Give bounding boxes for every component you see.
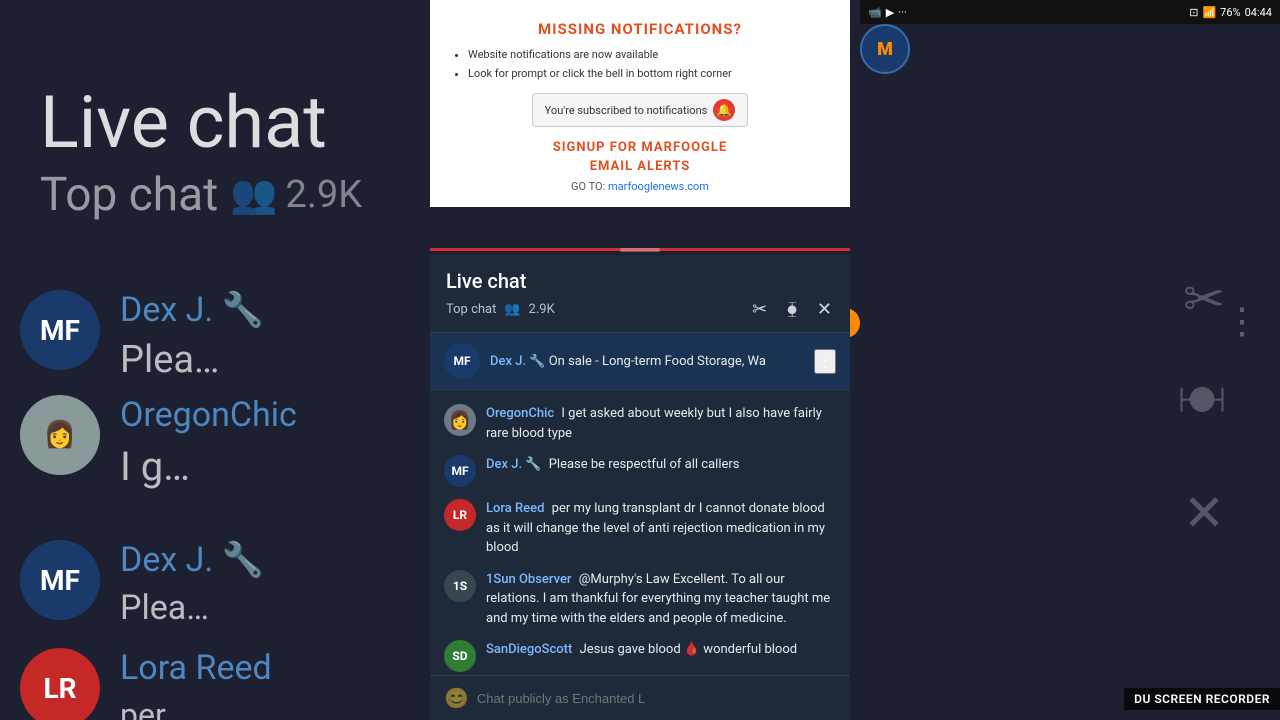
- dexj-avatar: MF: [444, 455, 476, 487]
- bg-top-chat-text: Top chat: [40, 168, 218, 222]
- lorareed-name: Lora Reed: [486, 501, 544, 516]
- bg-msg-2: OregonChic I g…: [120, 395, 297, 491]
- status-left: 📹 ▶ ···: [868, 6, 907, 19]
- status-bar: 📹 ▶ ··· ⊡ 📶 76% 04:44: [860, 0, 1280, 24]
- marfoogle-url[interactable]: marfooglenews.com: [608, 180, 709, 193]
- modal-header: Live chat Top chat 👥 2.9K ✂ ⧳ ✕: [430, 255, 850, 333]
- scissors-icon-bg: ✂: [1183, 270, 1225, 329]
- notification-card: M MISSING NOTIFICATIONS? Website notific…: [430, 0, 850, 207]
- pinned-content: Dex J. 🔧 On sale - Long-term Food Storag…: [490, 354, 804, 369]
- bg-avatar-2: 👩: [20, 395, 100, 475]
- viewers-icon: 👥: [230, 173, 277, 217]
- cast-icon: ⊡: [1189, 6, 1198, 19]
- pinned-icon: 🔧: [529, 354, 545, 369]
- chat-msg-sandiegoscott: SD SanDiegoScott Jesus gave blood 🩸 wond…: [430, 634, 850, 675]
- bg-right-icons: ✂ ⧳ ✕: [1183, 270, 1225, 543]
- sandiegoscott-msg: SanDiegoScott Jesus gave blood 🩸 wonderf…: [486, 640, 836, 660]
- camera-icon: 📹: [868, 6, 882, 19]
- 1sun-msg: 1Sun Observer @Murphy's Law Excellent. T…: [486, 570, 836, 629]
- dexj-name: Dex J. 🔧: [486, 457, 541, 472]
- sandiegoscott-text: Jesus gave blood 🩸 wonderful blood: [580, 642, 798, 657]
- lorareed-msg: Lora Reed per my lung transplant dr I ca…: [486, 499, 836, 558]
- 1sun-avatar: 1S: [444, 570, 476, 602]
- pinned-avatar: MF: [444, 343, 480, 379]
- bg-avatar-3: MF: [20, 540, 100, 620]
- signup-text: SIGNUP FOR MARFOOGLE EMAIL ALERTS: [450, 139, 830, 175]
- notification-panel: 📹 ▶ ··· ⊡ 📶 76% 04:44 M MISSING NOTIFICA…: [430, 0, 850, 207]
- modal-subtitle-row: Top chat 👥 2.9K ✂ ⧳ ✕: [446, 297, 834, 322]
- oregonchic-name: OregonChic: [486, 406, 554, 421]
- pinned-username: Dex J.: [490, 354, 526, 369]
- sliders-icon-bg: ⧳: [1177, 386, 1232, 428]
- bg-top-chat-row: Top chat 👥 2.9K: [40, 168, 362, 222]
- bullet-2: Look for prompt or click the bell in bot…: [468, 65, 830, 84]
- sandiegoscott-name: SanDiegoScott: [486, 642, 572, 657]
- bullet-1: Website notifications are now available: [468, 46, 830, 65]
- marfoogle-logo-wrapper: M: [860, 24, 910, 74]
- modal-subtitle: Top chat 👥 2.9K: [446, 302, 555, 317]
- wifi-icon: 📶: [1202, 6, 1216, 19]
- pinned-more-button[interactable]: ⋮: [814, 349, 836, 374]
- bg-avatar-4: LR: [20, 648, 100, 720]
- notification-button[interactable]: You're subscribed to notifications 🔔: [532, 93, 749, 127]
- sliders-button[interactable]: ⧳: [785, 299, 799, 321]
- bell-button-wrapper: You're subscribed to notifications 🔔: [450, 93, 830, 127]
- more-icon: ⋮: [1224, 290, 1260, 342]
- du-recorder-badge: DU SCREEN RECORDER: [1124, 688, 1280, 710]
- chat-msg-oregonchic: 👩 OregonChic I get asked about weekly bu…: [430, 398, 850, 449]
- oregonchic-avatar: 👩: [444, 404, 476, 436]
- button-text: You're subscribed to notifications: [545, 104, 708, 117]
- goto-line: GO TO: marfooglenews.com: [450, 180, 830, 193]
- chat-input-area: 😊: [430, 675, 850, 720]
- viewers-count: 2.9K: [529, 302, 555, 317]
- sandiegoscott-avatar: SD: [444, 640, 476, 672]
- chat-input-field[interactable]: [477, 691, 836, 706]
- chat-msg-dexj: MF Dex J. 🔧 Please be respectful of all …: [430, 449, 850, 493]
- notification-bullets: Website notifications are now available …: [450, 46, 830, 83]
- scroll-indicator: [620, 248, 660, 252]
- more-apps-icon: ···: [898, 6, 907, 19]
- lorareed-avatar: LR: [444, 499, 476, 531]
- modal-title: Live chat: [446, 269, 834, 293]
- bg-msg-3: Dex J. 🔧 Plea…: [120, 540, 264, 629]
- dexj-msg: Dex J. 🔧 Please be respectful of all cal…: [486, 455, 836, 475]
- scissors-button[interactable]: ✂: [750, 297, 769, 322]
- oregonchic-msg: OregonChic I get asked about weekly but …: [486, 404, 836, 443]
- emoji-button[interactable]: 😊: [444, 686, 469, 710]
- top-chat-label: Top chat: [446, 302, 496, 317]
- viewers-icon-modal: 👥: [504, 302, 520, 317]
- pinned-message: MF Dex J. 🔧 On sale - Long-term Food Sto…: [430, 333, 850, 390]
- bg-msg-1: Dex J. 🔧 Plea…: [120, 290, 264, 384]
- close-icon-bg: ✕: [1183, 484, 1225, 543]
- bell-red-dot: 🔔: [713, 99, 735, 121]
- dexj-text: Please be respectful of all callers: [549, 457, 740, 472]
- chat-msg-lorareed: LR Lora Reed per my lung transplant dr I…: [430, 493, 850, 564]
- marfoogle-logo: M: [860, 24, 910, 74]
- yt-icon: ▶: [886, 6, 894, 19]
- 1sun-name: 1Sun Observer: [486, 572, 572, 587]
- bg-viewers: 👥 2.9K: [230, 173, 362, 217]
- close-button[interactable]: ✕: [815, 297, 834, 322]
- bg-avatar-1: MF: [20, 290, 100, 370]
- missing-notifications-title: MISSING NOTIFICATIONS?: [450, 20, 830, 38]
- chat-messages-list[interactable]: 👩 OregonChic I get asked about weekly bu…: [430, 390, 850, 675]
- live-chat-modal: Live chat Top chat 👥 2.9K ✂ ⧳ ✕ MF Dex J…: [430, 255, 850, 720]
- bg-live-chat-title: Live chat: [40, 80, 327, 165]
- chat-msg-1sun: 1S 1Sun Observer @Murphy's Law Excellent…: [430, 564, 850, 635]
- pinned-text: On sale - Long-term Food Storage, Wa: [549, 354, 766, 369]
- time-display: 04:44: [1245, 6, 1272, 19]
- modal-icons: ✂ ⧳ ✕: [750, 297, 834, 322]
- bg-msg-4: Lora Reed per: [120, 648, 272, 720]
- status-right: ⊡ 📶 76% 04:44: [1189, 6, 1272, 19]
- battery-icon: 76%: [1220, 6, 1240, 19]
